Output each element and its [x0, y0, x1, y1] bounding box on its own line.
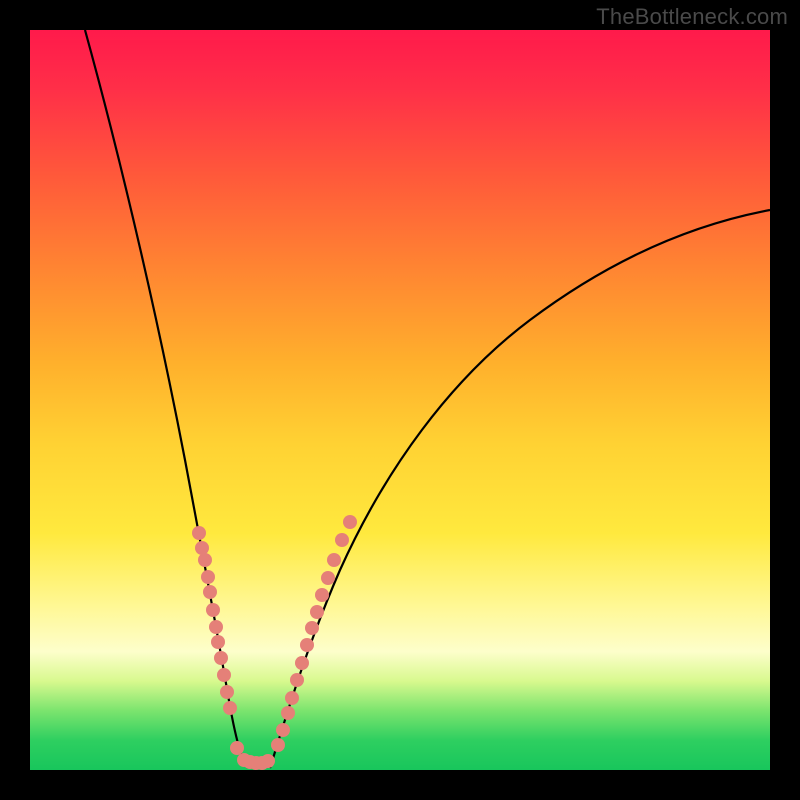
left-dot-cluster [192, 526, 244, 755]
chart-svg [30, 30, 770, 770]
watermark-text: TheBottleneck.com [596, 4, 788, 30]
right-curve [270, 210, 770, 768]
plot-area [30, 30, 770, 770]
right-dot-cluster [271, 515, 357, 752]
chart-frame: TheBottleneck.com [0, 0, 800, 800]
bottom-dot-cluster [237, 753, 275, 770]
